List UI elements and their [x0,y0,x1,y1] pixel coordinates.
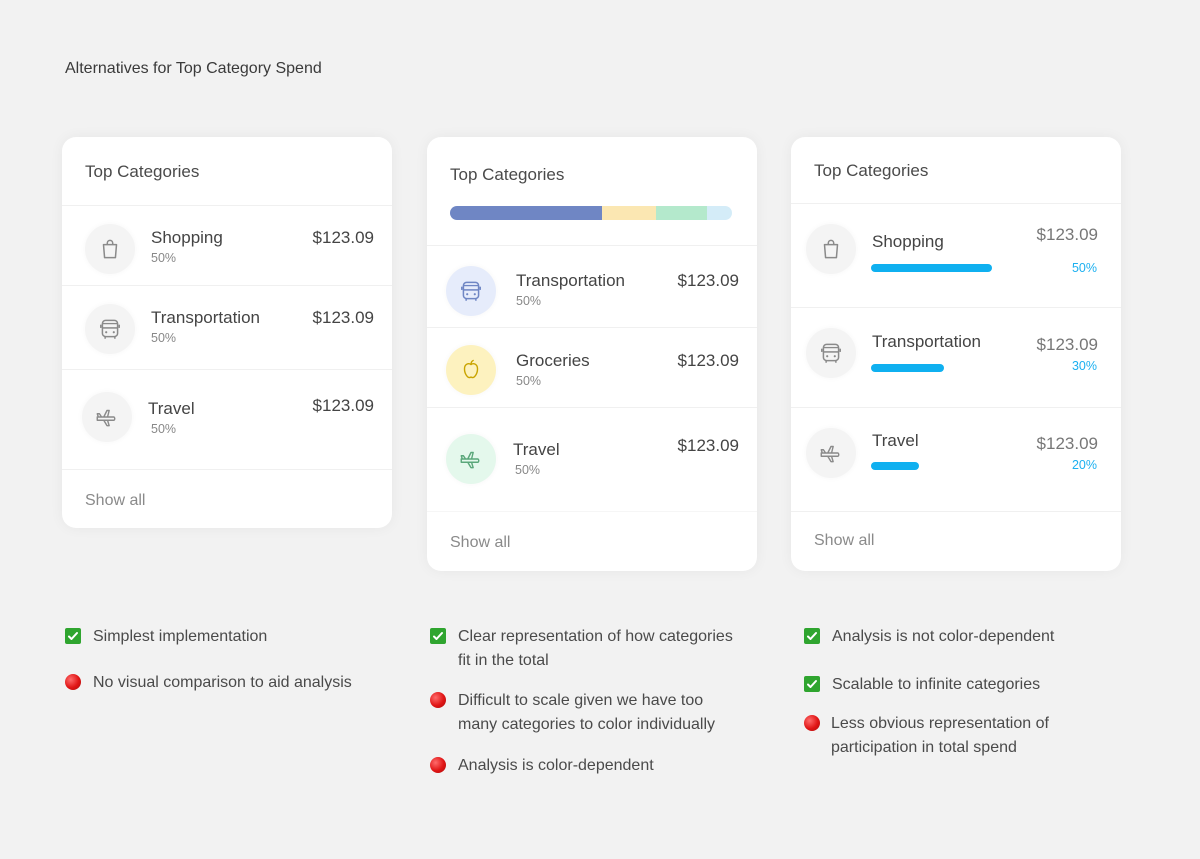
category-name: Transportation [151,308,260,327]
category-name: Shopping [872,232,944,251]
card-bar-list: Top Categories Shopping $123.09 50% Tran… [791,137,1121,571]
stack-segment-transportation [450,206,603,220]
con-note: Difficult to scale given we have too man… [458,689,715,737]
red-dot-icon [430,757,446,773]
note-line: fit in the total [458,652,549,669]
category-amount: $123.09 [677,271,739,290]
category-percent: 50% [516,294,542,308]
stacked-share-bar [450,206,732,220]
category-name: Shopping [151,228,223,247]
bus-icon [85,304,135,354]
check-mark-icon [65,628,81,644]
airplane-icon [82,392,132,442]
pro-note: Analysis is not color-dependent [832,628,1055,645]
category-name: Travel [148,399,195,418]
category-row-travel[interactable]: Travel 50% $123.09 [62,369,392,470]
shopping-bag-icon [85,224,135,274]
show-all-link[interactable]: Show all [85,492,145,510]
category-name: Travel [513,440,560,459]
category-percent: 20% [1071,458,1097,472]
red-dot-icon [804,715,820,731]
category-name: Travel [872,431,919,450]
card-title: Top Categories [450,165,565,184]
note-line: many categories to color individually [458,716,716,733]
bus-icon [806,328,856,378]
category-name: Transportation [872,332,981,351]
card-footer: Show all [62,469,392,528]
category-row-transportation[interactable]: Transportation $123.09 30% [791,307,1121,408]
red-dot-icon [65,674,81,690]
card-footer: Show all [427,511,757,571]
stack-segment-other [706,206,732,220]
airplane-icon [446,434,496,484]
card-simple-list: Top Categories Shopping 50% $123.09 Tran… [62,137,392,528]
category-row-groceries[interactable]: Groceries 50% $123.09 [427,327,757,408]
show-all-link[interactable]: Show all [450,534,510,552]
note-line: participation in total spend [831,739,1017,756]
airplane-icon [806,428,856,478]
category-percent: 30% [1071,359,1097,373]
card-title: Top Categories [814,161,929,180]
category-name: Transportation [516,271,625,290]
category-row-travel[interactable]: Travel $123.09 20% [791,407,1121,512]
category-row-transportation[interactable]: Transportation 50% $123.09 [62,285,392,370]
category-row-shopping[interactable]: Shopping $123.09 50% [791,203,1121,308]
check-mark-icon [804,628,820,644]
category-row-travel[interactable]: Travel 50% $123.09 [427,407,757,512]
share-bar [871,462,919,470]
stack-segment-groceries [602,206,656,220]
note-line: Difficult to scale given we have too [458,692,704,709]
category-amount: $123.09 [312,228,374,247]
red-dot-icon [430,692,446,708]
card-stacked-bar: Top Categories Transportation 50% $123.0… [427,137,757,571]
category-percent: 50% [516,374,542,388]
category-percent: 50% [151,251,177,265]
pro-note: Scalable to infinite categories [832,676,1041,693]
apple-icon [446,345,496,395]
category-name: Groceries [516,351,590,370]
category-amount: $123.09 [1036,434,1098,453]
category-row-shopping[interactable]: Shopping 50% $123.09 [62,205,392,286]
shopping-bag-icon [806,224,856,274]
check-mark-icon [430,628,446,644]
category-amount: $123.09 [1036,335,1098,354]
con-note: Less obvious representation of participa… [831,712,1049,760]
category-percent: 50% [1071,261,1097,275]
card-title: Top Categories [85,162,200,181]
category-percent: 50% [515,463,541,477]
category-amount: $123.09 [312,308,374,327]
show-all-link[interactable]: Show all [814,532,874,550]
share-bar [871,364,944,372]
category-amount: $123.09 [677,351,739,370]
con-note: No visual comparison to aid analysis [93,674,352,691]
check-mark-icon [804,676,820,692]
category-percent: 50% [151,331,177,345]
category-amount: $123.09 [1036,225,1098,244]
category-row-transportation[interactable]: Transportation 50% $123.09 [427,245,757,328]
note-line: Clear representation of how categories [458,628,733,645]
pro-note: Clear representation of how categories f… [458,625,733,673]
page-title: Alternatives for Top Category Spend [65,60,322,77]
card-footer: Show all [791,511,1121,571]
share-bar [871,264,992,272]
bus-icon [446,266,496,316]
pro-note: Simplest implementation [93,628,268,645]
note-line: Less obvious representation of [831,715,1049,732]
con-note: Analysis is color-dependent [458,757,654,774]
category-percent: 50% [151,422,177,436]
category-amount: $123.09 [677,436,739,455]
category-amount: $123.09 [312,396,374,415]
stack-segment-travel [655,206,707,220]
